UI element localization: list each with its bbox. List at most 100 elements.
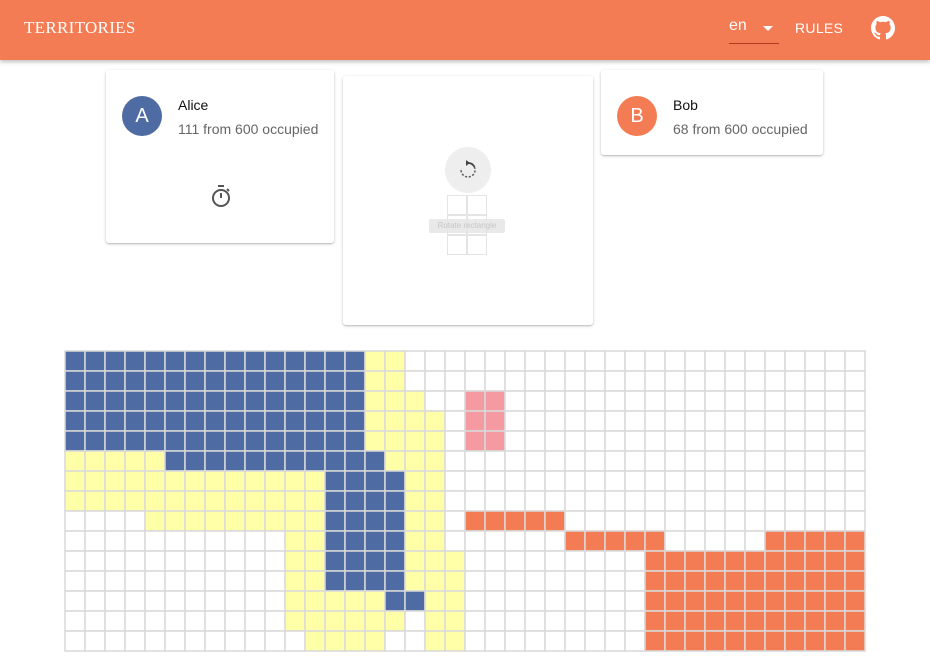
board-cell[interactable] [504,530,526,552]
board-cell[interactable] [504,610,526,632]
board-cell[interactable] [344,590,366,612]
board-cell[interactable] [744,610,766,632]
board-cell[interactable] [784,550,806,572]
board-cell[interactable] [604,350,626,372]
board-cell[interactable] [64,530,86,552]
board-cell[interactable] [144,590,166,612]
board-cell[interactable] [384,610,406,632]
board-cell[interactable] [664,570,686,592]
board-cell[interactable] [664,530,686,552]
board-cell[interactable] [644,550,666,572]
board-cell[interactable] [384,370,406,392]
board-cell[interactable] [144,630,166,652]
board-cell[interactable] [484,550,506,572]
board-cell[interactable] [264,410,286,432]
board-cell[interactable] [404,390,426,412]
board-cell[interactable] [624,390,646,412]
board-cell[interactable] [784,610,806,632]
board-cell[interactable] [324,510,346,532]
board-cell[interactable] [824,350,846,372]
board-cell[interactable] [384,430,406,452]
board-cell[interactable] [564,370,586,392]
board-cell[interactable] [304,630,326,652]
board-cell[interactable] [284,570,306,592]
board-cell[interactable] [504,550,526,572]
board-cell[interactable] [104,630,126,652]
board-cell[interactable] [524,530,546,552]
board-cell[interactable] [564,570,586,592]
board-cell[interactable] [844,410,866,432]
board-cell[interactable] [744,350,766,372]
board-cell[interactable] [684,630,706,652]
board-cell[interactable] [784,570,806,592]
board-cell[interactable] [444,430,466,452]
board-cell[interactable] [784,590,806,612]
board-cell[interactable] [504,390,526,412]
board-cell[interactable] [104,350,126,372]
board-cell[interactable] [724,590,746,612]
board-cell[interactable] [784,370,806,392]
board-cell[interactable] [524,430,546,452]
board-cell[interactable] [364,490,386,512]
board-cell[interactable] [784,510,806,532]
board-cell[interactable] [524,410,546,432]
board-cell[interactable] [264,350,286,372]
board-cell[interactable] [484,410,506,432]
board-cell[interactable] [704,370,726,392]
board-cell[interactable] [624,510,646,532]
board-cell[interactable] [684,530,706,552]
board-cell[interactable] [384,510,406,532]
board-cell[interactable] [684,450,706,472]
board-cell[interactable] [784,450,806,472]
board-cell[interactable] [104,530,126,552]
board-cell[interactable] [204,350,226,372]
board-cell[interactable] [364,410,386,432]
board-cell[interactable] [204,430,226,452]
board-cell[interactable] [164,630,186,652]
board-cell[interactable] [244,590,266,612]
board-cell[interactable] [684,470,706,492]
board-cell[interactable] [364,390,386,412]
board-cell[interactable] [824,510,846,532]
board-cell[interactable] [204,550,226,572]
board-cell[interactable] [544,390,566,412]
board-cell[interactable] [624,490,646,512]
board-cell[interactable] [484,630,506,652]
board-cell[interactable] [244,390,266,412]
board-cell[interactable] [384,570,406,592]
board-cell[interactable] [224,350,246,372]
board-cell[interactable] [524,370,546,392]
board-cell[interactable] [804,390,826,412]
board-cell[interactable] [384,490,406,512]
board-cell[interactable] [364,470,386,492]
board-cell[interactable] [784,630,806,652]
board-cell[interactable] [724,490,746,512]
board-cell[interactable] [224,630,246,652]
board-cell[interactable] [724,550,746,572]
board-cell[interactable] [844,390,866,412]
board-cell[interactable] [844,610,866,632]
board-cell[interactable] [464,610,486,632]
board-cell[interactable] [324,490,346,512]
board-cell[interactable] [344,570,366,592]
board-cell[interactable] [724,530,746,552]
board-cell[interactable] [264,430,286,452]
board-cell[interactable] [744,490,766,512]
board-cell[interactable] [544,550,566,572]
board-cell[interactable] [524,470,546,492]
language-select[interactable]: en [729,14,779,44]
board-cell[interactable] [704,630,726,652]
board-cell[interactable] [444,630,466,652]
board-cell[interactable] [724,510,746,532]
board-cell[interactable] [424,530,446,552]
board-cell[interactable] [444,450,466,472]
board-cell[interactable] [684,430,706,452]
board-cell[interactable] [184,590,206,612]
board-cell[interactable] [104,430,126,452]
board-cell[interactable] [544,370,566,392]
board-cell[interactable] [644,590,666,612]
board-cell[interactable] [364,630,386,652]
board-cell[interactable] [524,350,546,372]
board-cell[interactable] [724,390,746,412]
board-cell[interactable] [564,410,586,432]
